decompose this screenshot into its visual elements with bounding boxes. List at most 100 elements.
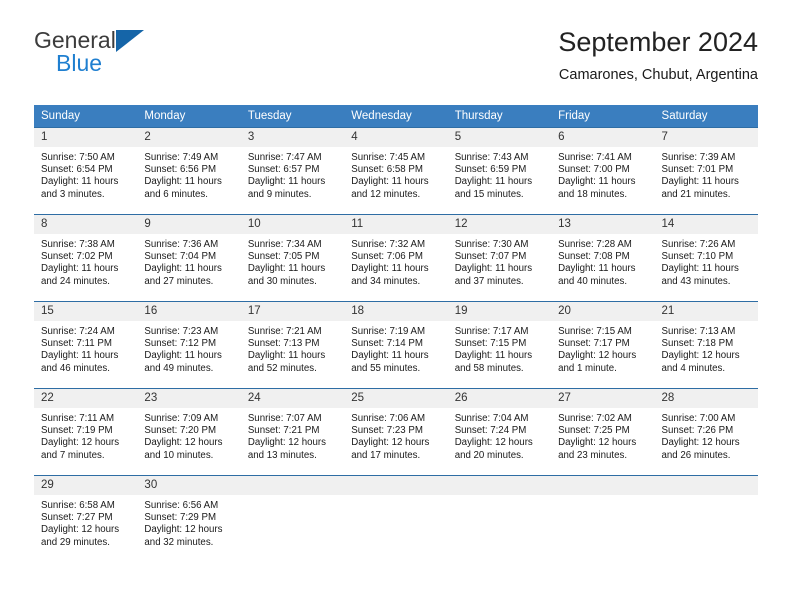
day-number: 17 — [240, 302, 345, 321]
week-row: 1 Sunrise: 7:50 AM Sunset: 6:54 PM Daylight… — [34, 127, 758, 215]
week-row: 29 Sunrise: 6:58 AM Sunset: 7:27 PM Dayligh… — [34, 475, 758, 562]
sunrise-text: Sunrise: 6:58 AM — [41, 500, 115, 511]
day-cell[interactable]: 26 Sunrise: 7:04 AM Sunset: 7:24 PM Dayligh… — [447, 388, 552, 476]
day-number: 6 — [551, 128, 655, 147]
daylight-text: Daylight: 11 hours and 27 minutes. — [144, 263, 222, 287]
day-cell[interactable]: 4 Sunrise: 7:45 AM Sunset: 6:58 PM Daylight… — [344, 127, 448, 215]
sunrise-text: Sunrise: 7:23 AM — [144, 326, 219, 337]
sunset-text: Sunset: 7:12 PM — [144, 338, 217, 350]
daylight-text: Daylight: 12 hours and 29 minutes. — [41, 524, 120, 548]
day-number — [344, 476, 448, 495]
weekday-header-saturday: Saturday — [654, 105, 758, 128]
day-cell[interactable]: 14 Sunrise: 7:26 AM Sunset: 7:10 PM Dayligh… — [654, 214, 758, 302]
day-cell[interactable]: 11 Sunrise: 7:32 AM Sunset: 7:06 PM Dayligh… — [344, 214, 448, 302]
day-number: 24 — [240, 389, 345, 408]
daylight-text: Daylight: 11 hours and 30 minutes. — [247, 263, 326, 287]
day-cell[interactable]: 18 Sunrise: 7:19 AM Sunset: 7:14 PM Dayligh… — [344, 301, 448, 389]
daylight-text: Daylight: 11 hours and 40 minutes. — [558, 263, 636, 287]
day-cell[interactable]: 17 Sunrise: 7:21 AM Sunset: 7:13 PM Dayligh… — [240, 301, 345, 389]
day-number: 3 — [240, 128, 345, 147]
day-cell[interactable]: 6 Sunrise: 7:41 AM Sunset: 7:00 PM Daylight… — [551, 127, 655, 215]
sunset-text: Sunset: 7:02 PM — [41, 251, 113, 263]
sunset-text: Sunset: 7:29 PM — [144, 512, 217, 524]
day-cell[interactable]: 8 Sunrise: 7:38 AM Sunset: 7:02 PM Daylight… — [34, 214, 138, 302]
day-cell[interactable]: 22 Sunrise: 7:11 AM Sunset: 7:19 PM Dayligh… — [34, 388, 138, 476]
day-cell[interactable]: 28 Sunrise: 7:00 AM Sunset: 7:26 PM Dayligh… — [654, 388, 758, 476]
daylight-text: Daylight: 12 hours and 17 minutes. — [351, 437, 430, 461]
weekday-header-tuesday: Tuesday — [240, 105, 345, 128]
day-number: 27 — [551, 389, 655, 408]
day-cell[interactable]: 10 Sunrise: 7:34 AM Sunset: 7:05 PM Dayligh… — [240, 214, 345, 302]
day-number: 10 — [240, 215, 345, 234]
day-number: 14 — [654, 215, 758, 234]
sunset-text: Sunset: 7:10 PM — [661, 251, 734, 263]
sunset-text: Sunset: 7:25 PM — [558, 425, 630, 437]
sunrise-text: Sunrise: 7:45 AM — [351, 152, 426, 163]
day-cell[interactable]: 3 Sunrise: 7:47 AM Sunset: 6:57 PM Daylight… — [240, 127, 345, 215]
day-number: 4 — [344, 128, 448, 147]
week-row: 8 Sunrise: 7:38 AM Sunset: 7:02 PM Daylight… — [34, 214, 758, 302]
sunrise-text: Sunrise: 7:02 AM — [558, 413, 632, 424]
sunrise-text: Sunrise: 7:38 AM — [41, 239, 115, 250]
sunset-text: Sunset: 7:08 PM — [558, 251, 630, 263]
day-number: 21 — [654, 302, 758, 321]
day-cell[interactable]: 2 Sunrise: 7:49 AM Sunset: 6:56 PM Daylight… — [137, 127, 241, 215]
logo-triangle-icon — [115, 30, 144, 52]
sunrise-text: Sunrise: 7:19 AM — [351, 326, 426, 337]
day-cell[interactable]: 24 Sunrise: 7:07 AM Sunset: 7:21 PM Dayligh… — [240, 388, 345, 476]
daylight-text: Daylight: 11 hours and 37 minutes. — [454, 263, 533, 287]
day-cell[interactable]: 25 Sunrise: 7:06 AM Sunset: 7:23 PM Dayligh… — [344, 388, 448, 476]
sunrise-text: Sunrise: 7:36 AM — [144, 239, 219, 250]
sunset-text: Sunset: 6:57 PM — [247, 164, 320, 176]
sunset-text: Sunset: 7:26 PM — [661, 425, 734, 437]
day-number: 30 — [137, 476, 241, 495]
day-cell[interactable]: 21 Sunrise: 7:13 AM Sunset: 7:18 PM Dayligh… — [654, 301, 758, 389]
daylight-text: Daylight: 11 hours and 49 minutes. — [144, 350, 222, 374]
day-cell[interactable]: 13 Sunrise: 7:28 AM Sunset: 7:08 PM Dayligh… — [551, 214, 655, 302]
day-cell-empty — [654, 475, 758, 562]
day-number: 15 — [34, 302, 138, 321]
sunrise-text: Sunrise: 7:39 AM — [661, 152, 736, 163]
day-number: 5 — [447, 128, 552, 147]
page-subtitle-location: Camarones, Chubut, Argentina — [558, 67, 758, 83]
weekday-header-thursday: Thursday — [447, 105, 552, 128]
day-cell[interactable]: 30 Sunrise: 6:56 AM Sunset: 7:29 PM Dayligh… — [137, 475, 241, 562]
day-cell[interactable]: 23 Sunrise: 7:09 AM Sunset: 7:20 PM Dayligh… — [137, 388, 241, 476]
day-cell-empty — [240, 475, 345, 562]
daylight-text: Daylight: 11 hours and 34 minutes. — [351, 263, 429, 287]
calendar-grid: Sunday Monday Tuesday Wednesday Thursday… — [34, 105, 758, 562]
sunrise-text: Sunrise: 7:32 AM — [351, 239, 426, 250]
day-number: 11 — [344, 215, 448, 234]
sunset-text: Sunset: 6:54 PM — [41, 164, 113, 176]
day-cell[interactable]: 16 Sunrise: 7:23 AM Sunset: 7:12 PM Dayligh… — [137, 301, 241, 389]
sunset-text: Sunset: 7:05 PM — [247, 251, 320, 263]
day-cell[interactable]: 27 Sunrise: 7:02 AM Sunset: 7:25 PM Dayligh… — [551, 388, 655, 476]
sunrise-text: Sunrise: 7:43 AM — [454, 152, 529, 163]
day-number: 18 — [344, 302, 448, 321]
day-number: 1 — [34, 128, 138, 147]
sunset-text: Sunset: 7:27 PM — [41, 512, 113, 524]
day-cell[interactable]: 15 Sunrise: 7:24 AM Sunset: 7:11 PM Dayligh… — [34, 301, 138, 389]
daylight-text: Daylight: 12 hours and 7 minutes. — [41, 437, 120, 461]
sunrise-text: Sunrise: 7:06 AM — [351, 413, 426, 424]
day-number — [551, 476, 655, 495]
day-number: 25 — [344, 389, 448, 408]
day-cell[interactable]: 1 Sunrise: 7:50 AM Sunset: 6:54 PM Daylight… — [34, 127, 138, 215]
day-cell[interactable]: 20 Sunrise: 7:15 AM Sunset: 7:17 PM Dayligh… — [551, 301, 655, 389]
day-cell[interactable]: 29 Sunrise: 6:58 AM Sunset: 7:27 PM Dayligh… — [34, 475, 138, 562]
day-cell[interactable]: 5 Sunrise: 7:43 AM Sunset: 6:59 PM Daylight… — [447, 127, 552, 215]
daylight-text: Daylight: 12 hours and 10 minutes. — [144, 437, 223, 461]
day-cell[interactable]: 7 Sunrise: 7:39 AM Sunset: 7:01 PM Daylight… — [654, 127, 758, 215]
logo-text-blue: Blue — [56, 50, 103, 76]
day-cell[interactable]: 12 Sunrise: 7:30 AM Sunset: 7:07 PM Dayligh… — [447, 214, 552, 302]
day-number: 19 — [447, 302, 552, 321]
day-cell[interactable]: 19 Sunrise: 7:17 AM Sunset: 7:15 PM Dayligh… — [447, 301, 552, 389]
sunrise-text: Sunrise: 7:28 AM — [558, 239, 632, 250]
sunset-text: Sunset: 6:56 PM — [144, 164, 217, 176]
sunset-text: Sunset: 7:19 PM — [41, 425, 113, 437]
daylight-text: Daylight: 12 hours and 4 minutes. — [661, 350, 740, 374]
sunrise-text: Sunrise: 7:09 AM — [144, 413, 219, 424]
sunset-text: Sunset: 7:18 PM — [661, 338, 734, 350]
day-cell[interactable]: 9 Sunrise: 7:36 AM Sunset: 7:04 PM Daylight… — [137, 214, 241, 302]
day-number: 20 — [551, 302, 655, 321]
